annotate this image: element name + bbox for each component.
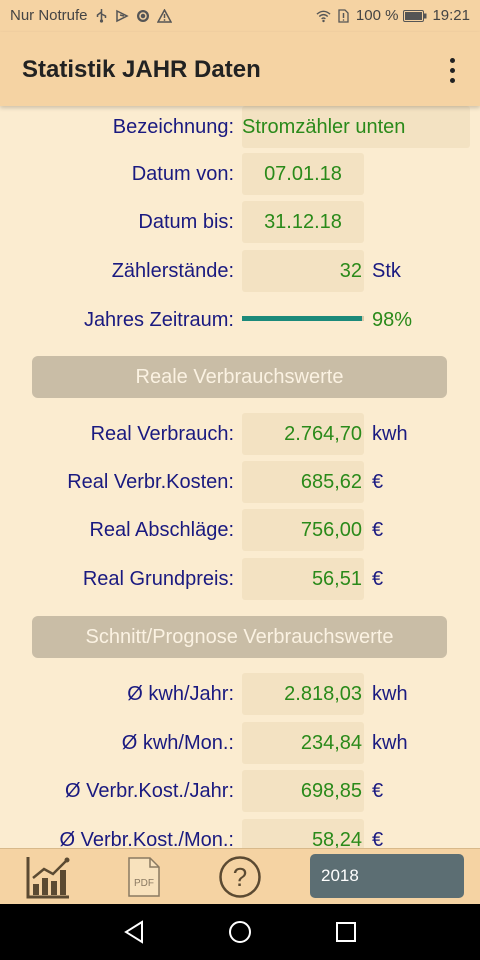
help-icon[interactable]: ? (216, 853, 264, 901)
real-grundpreis-label: Real Grundpreis: (82, 568, 234, 590)
status-bar: Nur Notrufe 100 % 19:21 (0, 0, 480, 32)
statistics-content[interactable]: Bezeichnung: Stromzähler unten Datum von… (0, 106, 480, 848)
verbr-kost-jahr-unit: € (372, 780, 384, 802)
more-vert-icon[interactable] (436, 54, 468, 86)
kwh-jahr-unit: kwh (372, 683, 408, 705)
row-real-abschlaege: Real Abschläge: 756,00 € (0, 509, 480, 551)
datum-von-value: 07.01.18 (242, 153, 364, 195)
verbr-kost-mon-unit: € (372, 829, 384, 848)
real-verbrauch-label: Real Verbrauch: (90, 423, 234, 445)
datum-bis-value: 31.12.18 (242, 201, 364, 243)
home-icon[interactable] (226, 918, 254, 946)
real-abschlaege-unit: € (372, 519, 384, 541)
real-verbr-kosten-unit: € (372, 471, 384, 493)
datum-von-label: Datum von: (131, 163, 234, 185)
row-real-verbr-kosten: Real Verbr.Kosten: 685,62 € (0, 461, 480, 503)
verbr-kost-mon-value: 58,24 (242, 819, 364, 848)
real-verbrauch-value: 2.764,70 (242, 413, 364, 455)
row-datum-bis: Datum bis: 31.12.18 (0, 201, 480, 243)
datum-bis-label: Datum bis: (138, 211, 234, 233)
jahres-zeitraum-percent: 98% (372, 309, 413, 331)
section-header-prognose: Schnitt/Prognose Verbrauchswerte (32, 616, 447, 658)
battery-icon (403, 8, 427, 23)
battery-text: 100 % (355, 7, 399, 24)
row-real-verbrauch: Real Verbrauch: 2.764,70 kwh (0, 413, 480, 455)
zaehlerstaende-label: Zählerstände: (111, 260, 234, 282)
real-verbrauch-unit: kwh (372, 423, 408, 445)
bezeichnung-value: Stromzähler unten (242, 106, 470, 148)
help-icon-label: ? (233, 862, 247, 892)
app-bar: Statistik JAHR Daten (0, 32, 480, 106)
real-grundpreis-unit: € (372, 568, 384, 590)
row-verbr-kost-mon: Ø Verbr.Kost./Mon.: 58,24 € (0, 819, 480, 848)
pdf-icon-label: PDF (134, 878, 154, 889)
sim-icon (336, 8, 351, 23)
year-selector-button[interactable]: 2018 (310, 854, 464, 898)
carrier-text: Nur Notrufe (10, 7, 88, 24)
row-verbr-kost-jahr: Ø Verbr.Kost./Jahr: 698,85 € (0, 770, 480, 812)
real-abschlaege-label: Real Abschläge: (89, 519, 234, 541)
debug-icon (115, 8, 130, 23)
zaehlerstaende-value: 32 (242, 250, 364, 292)
page-title: Statistik JAHR Daten (22, 56, 261, 83)
real-grundpreis-value: 56,51 (242, 558, 364, 600)
warning-icon (156, 8, 172, 23)
real-verbr-kosten-label: Real Verbr.Kosten: (67, 471, 234, 493)
row-real-grundpreis: Real Grundpreis: 56,51 € (0, 558, 480, 600)
real-verbr-kosten-value: 685,62 (242, 461, 364, 503)
wifi-icon (316, 8, 331, 23)
usb-icon (94, 8, 109, 23)
real-abschlaege-value: 756,00 (242, 509, 364, 551)
bezeichnung-label: Bezeichnung: (112, 116, 234, 138)
progress-fill (242, 316, 362, 321)
section-header-real: Reale Verbrauchswerte (32, 356, 447, 398)
row-kwh-jahr: Ø kwh/Jahr: 2.818,03 kwh (0, 673, 480, 715)
navigation-bar (0, 904, 480, 960)
kwh-mon-unit: kwh (372, 732, 408, 754)
verbr-kost-jahr-label: Ø Verbr.Kost./Jahr: (65, 780, 234, 802)
verbr-kost-mon-label: Ø Verbr.Kost./Mon.: (59, 829, 234, 848)
bottom-toolbar: PDF ? 2018 (0, 848, 480, 904)
clock-text: 19:21 (432, 7, 470, 24)
jahres-zeitraum-progress (242, 316, 364, 321)
verbr-kost-jahr-value: 698,85 (242, 770, 364, 812)
pdf-icon[interactable]: PDF (124, 853, 164, 901)
row-datum-von: Datum von: 07.01.18 (0, 153, 480, 195)
zaehlerstaende-unit: Stk (372, 260, 401, 282)
kwh-mon-label: Ø kwh/Mon.: (121, 732, 234, 754)
kwh-jahr-label: Ø kwh/Jahr: (127, 683, 234, 705)
chart-icon[interactable] (22, 853, 74, 901)
kwh-mon-value: 234,84 (242, 722, 364, 764)
jahres-zeitraum-label: Jahres Zeitraum: (83, 309, 234, 331)
row-zaehlerstaende: Zählerstände: 32 Stk (0, 250, 480, 292)
row-jahres-zeitraum: Jahres Zeitraum: 98% (0, 299, 480, 341)
back-icon[interactable] (120, 918, 148, 946)
sync-icon (136, 8, 151, 23)
recent-apps-icon[interactable] (332, 918, 360, 946)
kwh-jahr-value: 2.818,03 (242, 673, 364, 715)
row-bezeichnung: Bezeichnung: Stromzähler unten (0, 106, 480, 148)
row-kwh-mon: Ø kwh/Mon.: 234,84 kwh (0, 722, 480, 764)
